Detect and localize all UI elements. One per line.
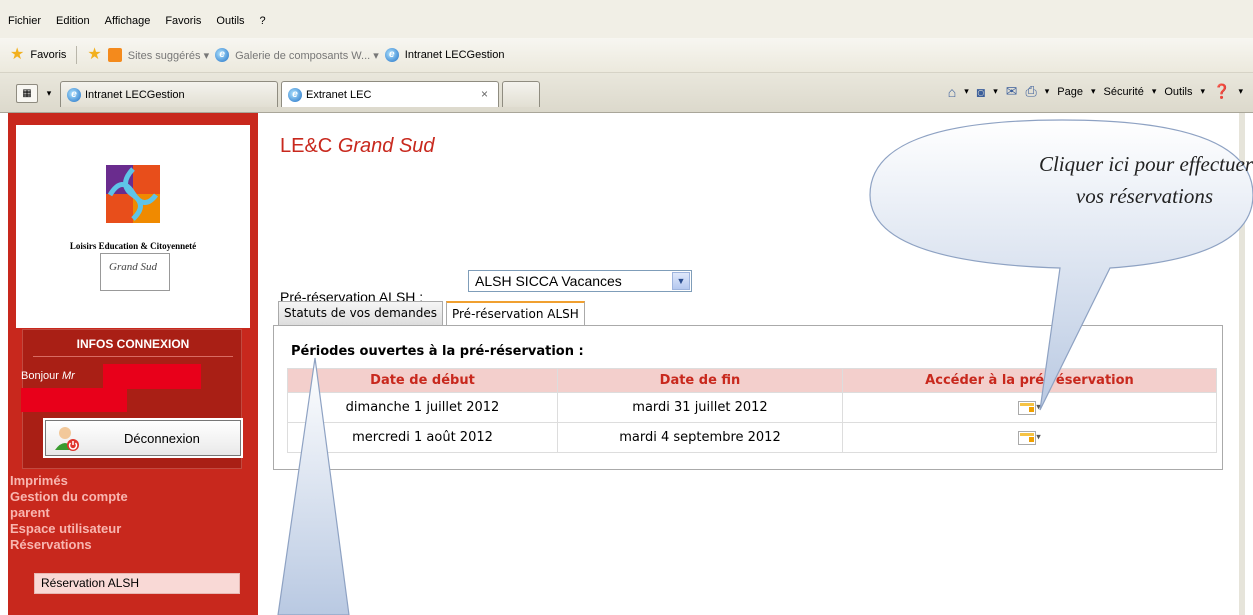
access-cell: ▾ <box>842 422 1217 453</box>
favorites-star-icon[interactable]: ★ <box>10 47 24 63</box>
ie-icon: e <box>67 87 81 102</box>
logo-org-name: Loisirs Education & Citoyenneté <box>69 241 197 251</box>
logo-region: Grand Sud <box>109 261 157 273</box>
table-row: dimanche 1 juillet 2012 mardi 31 juillet… <box>287 392 1217 423</box>
fav-link-gallery[interactable]: Galerie de composants W... ▾ <box>235 49 379 62</box>
menu-affichage[interactable]: Affichage <box>105 15 151 27</box>
tab-list-arrow-icon[interactable]: ▾ <box>42 84 56 103</box>
chevron-down-icon[interactable]: ▾ <box>964 86 969 97</box>
tab-extranet[interactable]: e Extranet LEC × <box>281 81 499 107</box>
mail-icon[interactable]: ✉ <box>1006 83 1018 100</box>
greeting-text: Bonjour <box>21 370 59 382</box>
new-tab-button[interactable] <box>502 81 540 107</box>
chevron-down-icon: ▾ <box>1151 86 1157 96</box>
menu-fichier[interactable]: Fichier <box>8 15 41 27</box>
content-tabs: Statuts de vos demandes Pré-réservation … <box>278 301 585 326</box>
chevron-down-icon[interactable]: ▾ <box>1036 433 1041 443</box>
chevron-down-icon[interactable]: ▾ <box>1045 86 1050 97</box>
quick-tabs-icon[interactable]: ▦ <box>16 84 38 103</box>
calendar-icon[interactable] <box>1018 430 1037 445</box>
periods-title: Périodes ouvertes à la pré-réservation : <box>291 344 584 359</box>
fav-link-intranet[interactable]: Intranet LECGestion <box>405 49 505 61</box>
feeds-icon[interactable]: ◙ <box>977 84 985 100</box>
add-favorite-icon[interactable]: ★ <box>87 47 101 63</box>
page-menu[interactable]: Page <box>1057 86 1083 98</box>
connection-info-title: INFOS CONNEXION <box>76 337 190 351</box>
logo: Loisirs Education & Citoyenneté Grand Su… <box>16 125 250 328</box>
column-header-access: Accéder à la pré-réservation <box>842 368 1217 393</box>
column-header-end: Date de fin <box>557 368 843 393</box>
tools-menu[interactable]: Outils <box>1164 86 1192 98</box>
greeting: Bonjour Mr <box>21 370 75 382</box>
home-icon[interactable]: ⌂ <box>948 84 956 100</box>
start-date-cell: dimanche 1 juillet 2012 <box>287 392 558 423</box>
menu-help[interactable]: ? <box>260 15 266 27</box>
sidebar-item-account[interactable]: Gestion du compte <box>8 489 258 505</box>
page-title-brand: LE&C <box>280 135 333 157</box>
callout-text: Cliquer ici pour effectuer vos réservati… <box>930 148 1253 212</box>
sidebar-item-reservations[interactable]: Réservations <box>8 537 258 553</box>
menu-bar: Fichier Edition Affichage Favoris Outils… <box>0 0 1253 38</box>
tab-bar: ▦ ▾ e Intranet LECGestion e Extranet LEC… <box>0 73 1253 113</box>
favorites-button[interactable]: Favoris <box>30 49 66 61</box>
ie-icon: e <box>384 48 399 62</box>
table-header-row: Date de début Date de fin Accéder à la p… <box>287 368 1217 393</box>
fav-link-suggested[interactable]: Sites suggérés ▾ <box>128 49 209 62</box>
periods-table: Date de début Date de fin Accéder à la p… <box>287 368 1217 453</box>
command-bar: ⌂ ▾ ◙ ▾ ✉ ⎙ ▾ Page ▾ Sécurité ▾ Outils ▾ ❓ ▾ <box>948 83 1243 100</box>
tab-label: Intranet LECGestion <box>85 88 185 101</box>
ie-icon: e <box>288 87 302 102</box>
menu-outils[interactable]: Outils <box>216 15 244 27</box>
callout-line1: Cliquer ici pour effectuer <box>1038 152 1253 176</box>
sidebar-menu: Imprimés Gestion du compte parent Espace… <box>8 473 258 553</box>
chevron-down-icon: ▾ <box>1090 86 1096 96</box>
sidebar-item-user-space[interactable]: Espace utilisateur <box>8 521 258 537</box>
ie-icon: e <box>215 48 230 62</box>
greeting-name: Mr <box>61 370 75 382</box>
column-header-start: Date de début <box>287 368 558 393</box>
redaction-box <box>21 388 127 412</box>
tab-label: Extranet LEC <box>306 88 372 101</box>
sidebar-item-reservation-alsh[interactable]: Réservation ALSH <box>34 573 240 594</box>
menu-favoris[interactable]: Favoris <box>165 15 201 27</box>
connection-info-panel: INFOS CONNEXION Bonjour Mr Déconnexion <box>21 329 242 469</box>
tab-intranet[interactable]: e Intranet LECGestion <box>60 81 278 107</box>
logo-mark-icon <box>106 165 160 223</box>
print-icon[interactable]: ⎙ <box>1026 83 1037 100</box>
separator <box>76 46 78 64</box>
help-icon[interactable]: ❓ <box>1213 83 1230 100</box>
sidebar: Loisirs Education & Citoyenneté Grand Su… <box>8 113 258 615</box>
table-row: mercredi 1 août 2012 mardi 4 septembre 2… <box>287 422 1217 453</box>
favorites-bar: ★ Favoris ★ Sites suggérés ▾ e Galerie d… <box>0 38 1253 73</box>
tab-request-status[interactable]: Statuts de vos demandes <box>278 301 443 325</box>
logout-label: Déconnexion <box>124 431 200 446</box>
tab-preselection[interactable]: Pré-réservation ALSH <box>445 301 585 326</box>
divider <box>33 356 233 357</box>
chevron-down-icon[interactable]: ▾ <box>993 86 998 97</box>
sidebar-item-imprimes[interactable]: Imprimés <box>8 473 258 489</box>
menu-edition[interactable]: Edition <box>56 15 90 27</box>
callout-line2: vos réservations <box>1075 184 1213 208</box>
access-cell: ▾ <box>842 392 1217 423</box>
chevron-down-icon[interactable]: ▾ <box>1238 86 1243 97</box>
end-date-cell: mardi 4 septembre 2012 <box>557 422 843 453</box>
sidebar-item-account-cont[interactable]: parent <box>8 505 258 521</box>
start-date-cell: mercredi 1 août 2012 <box>287 422 558 453</box>
logout-button[interactable]: Déconnexion <box>45 420 241 456</box>
alsh-select[interactable]: ALSH SICCA Vacances ▼ <box>468 270 692 292</box>
page-title: LE&C Grand Sud <box>280 135 435 158</box>
chevron-down-icon[interactable]: ▾ <box>1036 403 1041 413</box>
security-menu[interactable]: Sécurité <box>1103 86 1143 98</box>
close-tab-icon[interactable]: × <box>481 87 488 101</box>
chevron-down-icon[interactable]: ▼ <box>672 272 690 290</box>
redaction-box <box>103 364 201 389</box>
calendar-icon[interactable] <box>1018 400 1037 415</box>
chevron-down-icon: ▾ <box>1200 86 1206 96</box>
preselection-panel: Périodes ouvertes à la pré-réservation :… <box>273 325 1223 470</box>
logout-user-icon <box>55 427 79 451</box>
end-date-cell: mardi 31 juillet 2012 <box>557 392 843 423</box>
suggested-sites-icon <box>107 48 122 62</box>
page-title-region: Grand Sud <box>337 135 435 157</box>
alsh-select-value: ALSH SICCA Vacances <box>475 273 622 289</box>
